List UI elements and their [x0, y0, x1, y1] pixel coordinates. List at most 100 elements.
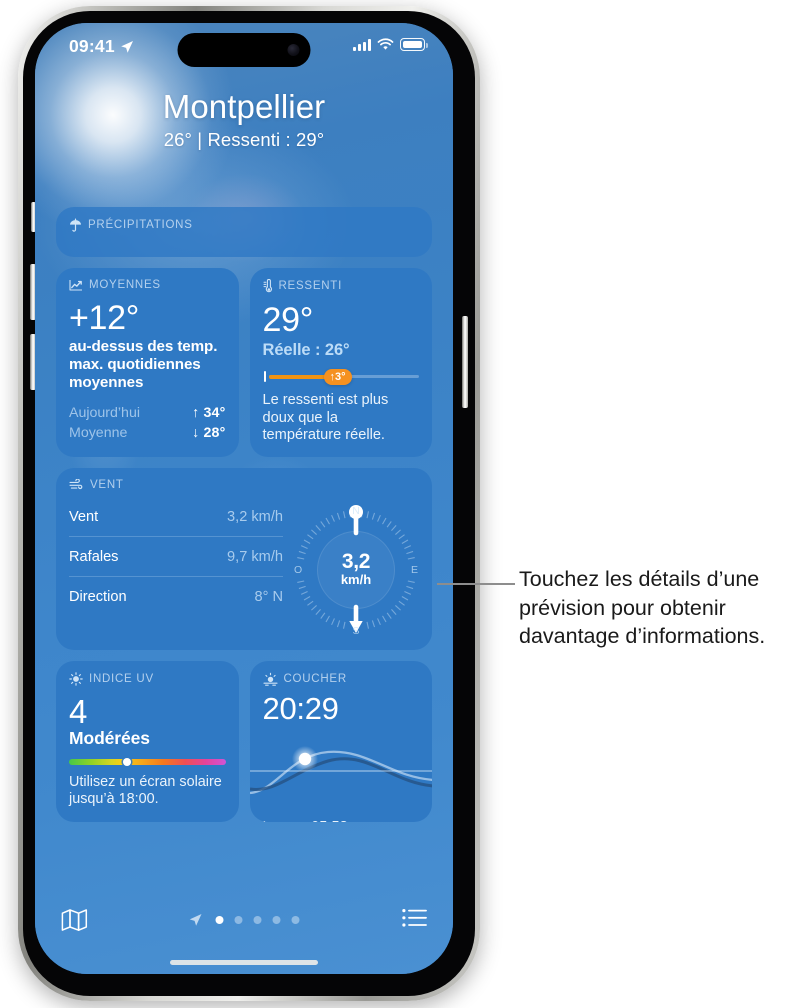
arrow-up-icon: ↑ — [191, 404, 200, 421]
real-temperature: Réelle : 26° — [262, 341, 350, 359]
averages-description: au-dessus des temp. max. quotidiennes mo… — [69, 338, 218, 391]
row-value: ↑ 34° — [192, 403, 226, 424]
table-row: Moyenne ↓ 28° — [69, 423, 226, 444]
card-body: Vent 3,2 km/h Rafales 9,7 km/h Direction… — [56, 491, 432, 650]
table-row: Rafales 9,7 km/h — [69, 535, 283, 576]
sunset-icon — [262, 672, 278, 686]
card-precipitation[interactable]: PRÉCIPITATIONS — [56, 207, 432, 257]
map-button[interactable] — [61, 908, 88, 937]
list-icon — [402, 909, 427, 927]
page-indicator[interactable] — [189, 913, 300, 927]
row-temp: 28° — [203, 425, 226, 442]
slider-delta-badge: ↑3° — [323, 369, 352, 385]
card-header: RESSENTI — [250, 268, 433, 293]
page-dot[interactable] — [253, 916, 262, 924]
city-name: Montpellier — [162, 88, 326, 125]
sunset-time: 20:29 — [262, 690, 339, 726]
row-label: Direction — [69, 588, 127, 605]
status-bar-time: 09:41 — [69, 36, 115, 56]
status-bar-indicators — [353, 38, 428, 51]
table-row: Direction 8° N — [69, 575, 283, 616]
screenshot-stage: 09:41 Montpellier 26° | Ressenti: 29° P… — [0, 0, 809, 1008]
card-wind[interactable]: VENT Vent 3,2 km/h Rafales 9,7 km/h Dire… — [56, 467, 432, 650]
row-label: Moyenne — [69, 425, 128, 442]
row-label: Vent — [69, 508, 99, 525]
card-body: +12° au-dessus des temp. max. quotidienn… — [56, 291, 239, 456]
battery-icon — [400, 38, 428, 51]
wifi-icon — [377, 38, 394, 50]
row-value: 8° N — [254, 588, 283, 605]
location-arrow-icon — [189, 914, 202, 926]
uv-scale — [69, 758, 226, 767]
list-button[interactable] — [402, 908, 427, 933]
cards-row-averages-feels: MOYENNES +12° au-dessus des temp. max. q… — [56, 268, 432, 457]
page-dot[interactable] — [215, 916, 224, 924]
callout-text: Touchez les détails d’une prévision pour… — [519, 567, 766, 649]
row-value: 3,2 km/h — [227, 508, 283, 525]
home-indicator[interactable] — [170, 960, 318, 965]
averages-value: +12° — [69, 299, 140, 337]
card-title: PRÉCIPITATIONS — [88, 219, 193, 231]
page-dot[interactable] — [291, 916, 300, 924]
feels-like-value: 29° — [262, 301, 314, 339]
card-body: 4 Modérées Utilisez un écran solaire jus… — [56, 686, 239, 822]
compass-value: 3,2 — [341, 549, 371, 573]
compass-label-east: E — [410, 563, 418, 576]
row-value: ↓ 28° — [192, 423, 226, 444]
uv-level: Modérées — [69, 728, 150, 749]
uv-note: Utilisez un écran solaire jusqu’à 18:00. — [69, 774, 222, 808]
phone-screen: 09:41 Montpellier 26° | Ressenti: 29° P… — [35, 23, 453, 974]
card-title: COUCHER — [283, 672, 347, 685]
compass-label-north: N — [352, 504, 360, 517]
arrow-down-icon: ↓ — [191, 425, 200, 442]
status-bar: 09:41 — [35, 23, 453, 77]
card-uv-index[interactable]: INDICE UV 4 Modérées Utilisez un écran s… — [56, 660, 239, 822]
card-title: INDICE UV — [89, 672, 154, 685]
callout-leader-line — [437, 583, 515, 585]
table-row: Aujourd’hui ↑ 34° — [69, 403, 226, 424]
card-body: 20:29 — [249, 686, 432, 822]
page-dot[interactable] — [234, 916, 243, 924]
card-header: COUCHER — [250, 661, 433, 686]
slider-start-tick — [263, 371, 266, 382]
map-icon — [61, 909, 88, 931]
card-header: INDICE UV — [56, 661, 239, 686]
card-averages[interactable]: MOYENNES +12° au-dessus des temp. max. q… — [56, 268, 239, 457]
row-label: Aujourd’hui — [69, 404, 140, 421]
location-arrow-icon — [120, 40, 133, 53]
table-row: Vent 3,2 km/h — [69, 497, 283, 536]
feels-like-note: Le ressenti est plus doux que la tempéra… — [262, 392, 389, 443]
card-title: RESSENTI — [278, 280, 343, 292]
feels-like-slider: ↑3° — [263, 369, 419, 385]
card-title: MOYENNES — [89, 279, 161, 291]
sun-path-graph — [249, 731, 432, 803]
cellular-signal-icon — [353, 39, 371, 51]
wind-compass[interactable]: 3,2 km/h N E S O — [293, 499, 419, 641]
card-body: 29° Réelle : 26° ↑3° Le ressenti est plu… — [250, 293, 433, 457]
page-dot[interactable] — [272, 916, 281, 924]
sun-uv-icon — [69, 671, 83, 686]
cards-row-uv-sunset: INDICE UV 4 Modérées Utilisez un écran s… — [56, 660, 433, 822]
row-label: Rafales — [69, 548, 119, 565]
front-camera-icon — [287, 44, 300, 56]
compass-label-south: S — [352, 624, 360, 637]
umbrella-icon — [70, 218, 81, 232]
row-temp: 34° — [203, 404, 226, 421]
bottom-toolbar — [35, 896, 453, 974]
phone-frame: 09:41 Montpellier 26° | Ressenti: 29° P… — [18, 6, 480, 1001]
compass-center: 3,2 km/h — [317, 530, 395, 609]
power-button[interactable] — [462, 316, 468, 408]
uv-scale-marker — [122, 758, 131, 767]
wind-icon — [69, 478, 83, 489]
chart-trend-up-icon — [69, 280, 82, 291]
weather-header: Montpellier 26° | Ressenti : 29° — [35, 88, 453, 151]
weather-cards: PRÉCIPITATIONS MOYENNES +12° au-dessus d… — [56, 207, 432, 822]
card-sunset[interactable]: COUCHER 20:29 — [249, 660, 433, 822]
status-bar-time-group: 09:41 — [69, 36, 134, 57]
averages-rows: Aujourd’hui ↑ 34° Moyenne ↓ 28° — [69, 403, 226, 444]
row-value: 9,7 km/h — [227, 548, 283, 565]
card-header: VENT — [56, 468, 432, 491]
card-header: PRÉCIPITATIONS — [56, 207, 432, 232]
card-feels-like[interactable]: RESSENTI 29° Réelle : 26° ↑3° Le ressent… — [249, 268, 433, 457]
sunrise-time: Lever : 05:58 — [263, 819, 348, 822]
